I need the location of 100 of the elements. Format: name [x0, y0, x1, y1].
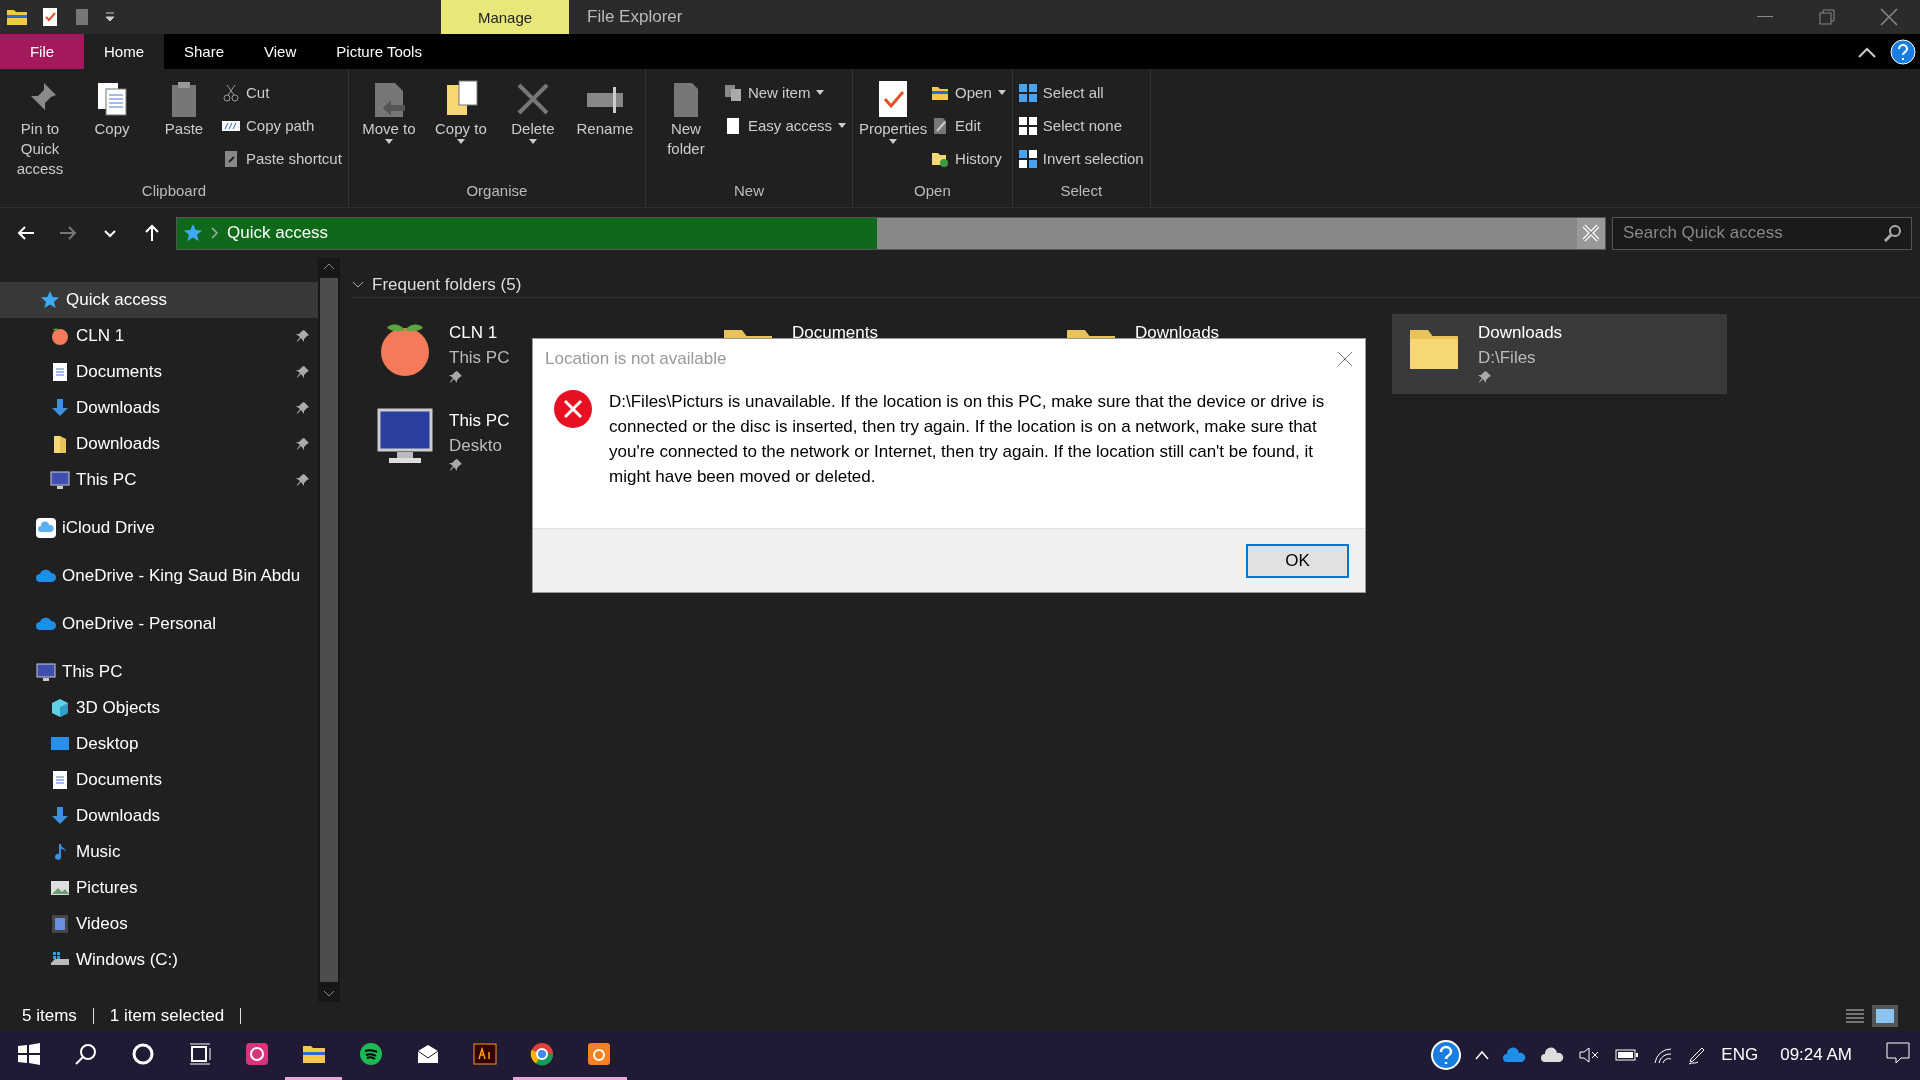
sidebar-item[interactable]: 3D Objects	[0, 690, 318, 726]
ribbon-button[interactable]: Select all	[1018, 79, 1144, 106]
collapse-icon	[1858, 45, 1876, 58]
sidebar-item[interactable]: OneDrive - Personal	[0, 606, 318, 642]
ribbon-button[interactable]: Open	[931, 79, 1006, 106]
folder-location: D:\Files	[1478, 347, 1537, 369]
group-label: Open	[913, 182, 952, 201]
cloud-icon	[1503, 1047, 1528, 1063]
sidebar-item[interactable]: Desktop	[0, 726, 318, 762]
document-icon	[50, 362, 70, 382]
cloud-icon	[36, 518, 56, 538]
sidebar-item[interactable]: Downloads	[0, 390, 318, 426]
ribbon-button[interactable]: Copy path	[222, 112, 342, 139]
ribbon-button[interactable]: Edit	[931, 112, 1006, 139]
dialog-title: Location is not available	[545, 349, 727, 369]
window-title: File Explorer	[587, 7, 683, 27]
large-icons-view-icon[interactable]	[1872, 1005, 1898, 1027]
windows-icon	[16, 1041, 41, 1066]
computer-icon	[50, 470, 70, 490]
folder-name: Downloads	[1135, 322, 1220, 344]
ribbon-button[interactable]: New item	[723, 79, 847, 106]
ribbon-button[interactable]: Move to	[354, 73, 423, 182]
sidebar-item[interactable]: OneDrive - King Saud Bin Abdu	[0, 558, 318, 594]
battery-icon	[1615, 1048, 1640, 1062]
sidebar-item[interactable]: Downloads	[0, 426, 318, 462]
cloud-icon	[1541, 1047, 1566, 1063]
error-message: D:\Files\Picturs is unavailable. If the location is on this PC, make sure that the device or drive is connected or the disc is inserted, then try again. If the location is on a network, make sure that you're connected to the network or Internet, then try again. If the location still can't be found, it might have been moved or deleted.	[609, 391, 1326, 488]
ribbon-button[interactable]: Easy access	[723, 112, 847, 139]
task-view-icon	[187, 1041, 212, 1066]
new-item-icon	[723, 83, 742, 102]
cube-icon	[50, 698, 70, 718]
help-icon	[1890, 38, 1916, 65]
star-icon	[183, 223, 203, 243]
ribbon-button[interactable]: Paste shortcut	[222, 145, 342, 172]
restore-icon[interactable]	[1819, 9, 1835, 25]
folder-name: CLN 1	[449, 322, 499, 344]
download-icon	[50, 806, 70, 826]
ribbon-button[interactable]: Select none	[1018, 112, 1144, 139]
document-icon	[50, 770, 70, 790]
invert-selection-icon	[1018, 149, 1037, 168]
close-icon[interactable]	[1880, 8, 1898, 26]
context-tab[interactable]: Manage	[441, 0, 569, 34]
sidebar-item[interactable]: Music	[0, 834, 318, 870]
music-app-icon	[358, 1041, 383, 1066]
ribbon-button[interactable]: Delete	[498, 73, 567, 182]
clock[interactable]: 09:24 AM	[1780, 1045, 1852, 1065]
sidebar-item[interactable]: Downloads	[0, 798, 318, 834]
sidebar-item[interactable]: Pictures	[0, 870, 318, 906]
sidebar-item[interactable]: Windows (C:)	[0, 942, 318, 978]
ribbon-button[interactable]: Copy	[78, 73, 146, 182]
ribbon-button[interactable]: Rename	[570, 73, 639, 182]
scrollbar[interactable]	[318, 258, 340, 1002]
ribbon-tab[interactable]: Picture Tools	[316, 34, 442, 69]
chevron-right-icon	[211, 227, 219, 239]
ribbon-button[interactable]: Properties	[859, 73, 928, 182]
group-label: Clipboard	[140, 182, 208, 201]
section-title: Frequent folders (5)	[372, 274, 522, 295]
minimize-icon[interactable]	[1757, 16, 1773, 18]
search-field[interactable]: Search Quick access	[1612, 216, 1912, 250]
ribbon-tab[interactable]: File	[0, 34, 84, 69]
search-icon	[1884, 224, 1902, 242]
sidebar-item[interactable]: CLN 1	[0, 318, 318, 354]
sidebar-item[interactable]: iCloud Drive	[0, 510, 318, 546]
ribbon-button[interactable]: Pin to Quick access	[6, 73, 74, 182]
ribbon-button[interactable]: Paste	[150, 73, 218, 182]
sidebar-item[interactable]: Videos	[0, 906, 318, 942]
sidebar-item[interactable]: Documents	[0, 354, 318, 390]
chevron-icon	[352, 280, 364, 289]
ok-button[interactable]: OK	[1246, 543, 1349, 578]
scroll-down-icon[interactable]	[323, 990, 335, 998]
ribbon-button[interactable]: History	[931, 145, 1006, 172]
folder-tile[interactable]: Downloads D:\Files	[1392, 314, 1727, 394]
ribbon-button[interactable]: Invert selection	[1018, 145, 1144, 172]
ribbon-button[interactable]: Cut	[222, 79, 342, 106]
group-label: New	[733, 182, 765, 201]
language-indicator[interactable]: ENG	[1721, 1045, 1759, 1065]
scissors-icon	[222, 83, 240, 102]
shortcut-icon	[222, 149, 240, 168]
ribbon-button[interactable]: Copy to	[426, 73, 495, 182]
chat-icon	[244, 1041, 269, 1066]
help-icon	[1431, 1040, 1462, 1070]
folder-name: Documents	[792, 322, 878, 344]
close-button[interactable]	[1337, 351, 1353, 367]
sidebar-item[interactable]: This PC	[0, 462, 318, 498]
selection-count: 1 item selected	[109, 1006, 225, 1026]
computer-icon	[375, 406, 435, 466]
folder-location: Deskto	[449, 435, 503, 457]
ribbon-button[interactable]: New folder	[651, 73, 720, 182]
clear-icon[interactable]	[1577, 217, 1605, 249]
ribbon-tab[interactable]: View	[244, 34, 317, 69]
ribbon-tab[interactable]: Home	[84, 34, 164, 69]
address-path: Quick access	[227, 223, 329, 243]
sidebar-item[interactable]: This PC	[0, 654, 318, 690]
peach-icon	[50, 326, 70, 346]
ribbon-tab[interactable]: Share	[164, 34, 245, 69]
address-bar[interactable]: Quick access	[176, 216, 1606, 250]
sidebar-item[interactable]: Quick access	[0, 282, 318, 318]
sidebar-item[interactable]: Documents	[0, 762, 318, 798]
folder-name: Downloads	[1478, 322, 1563, 344]
scroll-up-icon[interactable]	[323, 262, 335, 270]
